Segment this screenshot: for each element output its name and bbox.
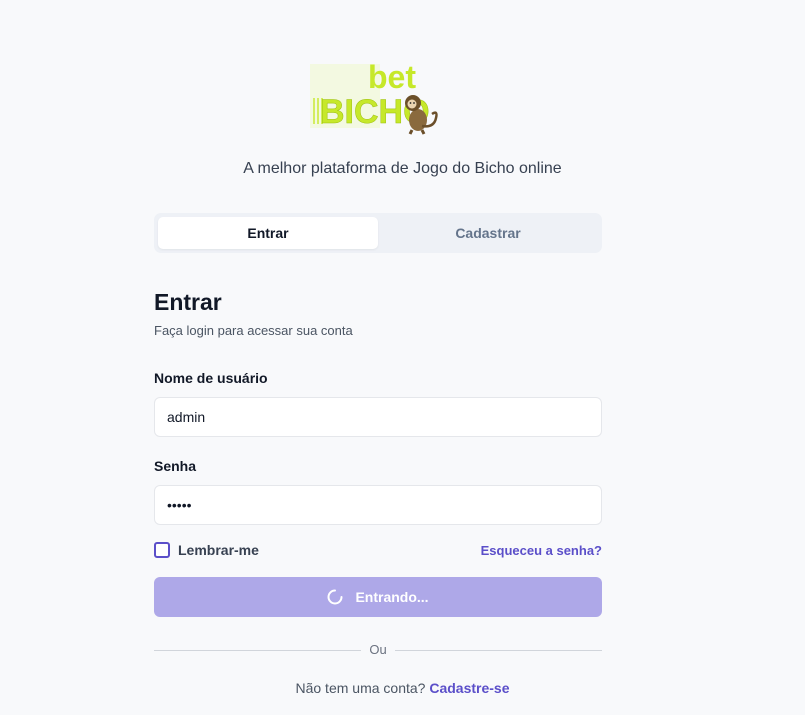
- signup-prompt: Não tem uma conta? Cadastre-se: [0, 680, 805, 696]
- forgot-password-link[interactable]: Esqueceu a senha?: [481, 543, 602, 558]
- brand-logo: bet BICHO: [310, 58, 440, 138]
- signup-prompt-text: Não tem uma conta?: [295, 680, 426, 696]
- password-label: Senha: [154, 458, 197, 474]
- tagline: A melhor plataforma de Jogo do Bicho onl…: [243, 160, 562, 177]
- username-input[interactable]: [154, 397, 602, 437]
- auth-tabs: Entrar Cadastrar: [154, 213, 602, 253]
- username-label: Nome de usuário: [154, 370, 268, 386]
- form-title: Entrar: [154, 289, 222, 315]
- tab-entrar[interactable]: Entrar: [158, 217, 378, 249]
- form-subtitle: Faça login para acessar sua conta: [154, 323, 353, 338]
- signup-link[interactable]: Cadastre-se: [429, 680, 509, 696]
- remember-checkbox[interactable]: [154, 542, 170, 558]
- remember-me[interactable]: Lembrar-me: [154, 542, 259, 558]
- divider-label: Ou: [361, 642, 395, 657]
- logo-bet-text: bet: [368, 59, 416, 95]
- password-input[interactable]: [154, 485, 602, 525]
- remember-label: Lembrar-me: [178, 542, 259, 558]
- login-button[interactable]: Entrando...: [154, 577, 602, 617]
- spinner-icon: [327, 589, 343, 605]
- tab-cadastrar[interactable]: Cadastrar: [378, 217, 598, 249]
- login-button-label: Entrando...: [355, 589, 429, 605]
